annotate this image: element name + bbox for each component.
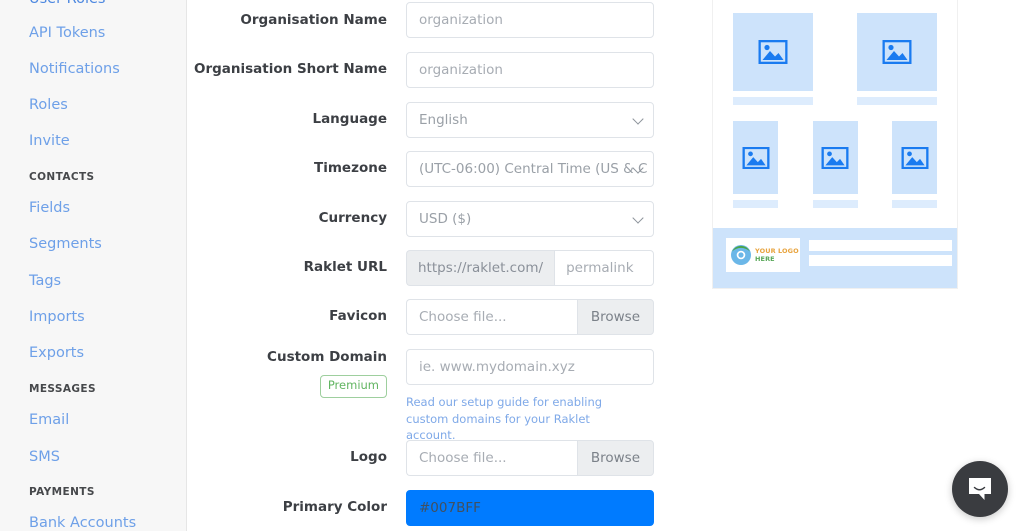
logo-file-group: Browse bbox=[406, 440, 654, 476]
preview-text-bar bbox=[857, 97, 937, 105]
sidebar-item-tags[interactable]: Tags bbox=[0, 274, 186, 289]
chat-bubble-icon bbox=[969, 478, 991, 500]
sidebar-item-fields[interactable]: Fields bbox=[0, 201, 186, 216]
currency-select-value: USD ($) bbox=[406, 201, 654, 237]
preview-card bbox=[812, 121, 858, 208]
sidebar-section-payments: PAYMENTS bbox=[29, 486, 95, 498]
preview-card bbox=[892, 121, 937, 208]
preview-card bbox=[733, 121, 778, 208]
preview-thumbnail bbox=[857, 13, 937, 91]
raklet-url-prefix: https://raklet.com/ bbox=[406, 250, 555, 286]
sidebar-item-user-roles[interactable]: User Roles bbox=[0, 0, 186, 7]
preview-logo-line1: YOUR LOGO bbox=[755, 246, 799, 255]
sidebar-item-notifications[interactable]: Notifications bbox=[0, 62, 186, 77]
sidebar-item-invite[interactable]: Invite bbox=[0, 134, 186, 149]
currency-select[interactable]: USD ($) bbox=[406, 201, 654, 237]
custom-domain-label: Custom Domain bbox=[267, 349, 387, 365]
chevron-down-icon bbox=[634, 115, 643, 124]
language-select[interactable]: English bbox=[406, 102, 654, 138]
sidebar-section-contacts: CONTACTS bbox=[29, 171, 95, 183]
preview-logo-line2: HERE bbox=[755, 255, 775, 263]
timezone-select-value: (UTC-06:00) Central Time (US & C bbox=[406, 151, 654, 187]
chevron-down-icon bbox=[634, 214, 643, 223]
sidebar-item-api-tokens[interactable]: API Tokens bbox=[0, 26, 186, 41]
primary-color-label: Primary Color bbox=[282, 499, 387, 515]
preview-text-bar bbox=[733, 200, 778, 208]
organisation-name-label: Organisation Name bbox=[240, 12, 387, 28]
preview-text-bar bbox=[812, 200, 858, 208]
sidebar-item-segments[interactable]: Segments bbox=[0, 237, 186, 252]
sidebar-item-bank-accounts[interactable]: Bank Accounts bbox=[0, 516, 186, 531]
chat-launcher-button[interactable] bbox=[952, 461, 1008, 517]
globe-logo-icon bbox=[731, 245, 751, 265]
favicon-file-input[interactable] bbox=[406, 299, 577, 335]
sidebar-section-messages: MESSAGES bbox=[29, 383, 96, 395]
custom-domain-input[interactable] bbox=[406, 349, 654, 385]
preview-footer-line bbox=[809, 240, 952, 251]
logo-label: Logo bbox=[350, 449, 387, 465]
preview-thumbnail bbox=[733, 121, 778, 194]
timezone-label: Timezone bbox=[314, 160, 387, 176]
preview-thumbnail bbox=[812, 121, 858, 194]
preview-card bbox=[733, 13, 813, 105]
organisation-short-name-input[interactable] bbox=[406, 52, 654, 88]
raklet-url-label: Raklet URL bbox=[303, 259, 387, 275]
custom-domain-badge-wrap: Premium bbox=[187, 375, 387, 398]
preview-logo-text: YOUR LOGO HERE bbox=[755, 247, 799, 263]
preview-text-bar bbox=[733, 97, 813, 105]
sidebar-item-email[interactable]: Email bbox=[0, 413, 186, 428]
preview-footer-lines bbox=[809, 240, 952, 266]
preview-thumbnail bbox=[733, 13, 813, 91]
sidebar-item-imports[interactable]: Imports bbox=[0, 310, 186, 325]
page-root: User Roles API Tokens Notifications Role… bbox=[0, 0, 1024, 531]
organisation-short-name-label: Organisation Short Name bbox=[193, 61, 387, 77]
preview-footer-line bbox=[809, 255, 952, 266]
image-placeholder-icon bbox=[758, 40, 788, 64]
favicon-browse-button[interactable]: Browse bbox=[576, 299, 654, 335]
preview-logo-placeholder: YOUR LOGO HERE bbox=[726, 238, 800, 272]
preview-footer: YOUR LOGO HERE bbox=[713, 228, 957, 288]
organisation-settings-form: Organisation Name Organisation Short Nam… bbox=[187, 0, 707, 531]
primary-color-input[interactable] bbox=[406, 490, 654, 526]
logo-browse-button[interactable]: Browse bbox=[576, 440, 654, 476]
sidebar: User Roles API Tokens Notifications Role… bbox=[0, 0, 187, 531]
favicon-file-group: Browse bbox=[406, 299, 654, 335]
currency-label: Currency bbox=[318, 210, 387, 226]
theme-preview-panel: YOUR LOGO HERE bbox=[713, 0, 957, 288]
preview-cards-row-2 bbox=[733, 121, 937, 208]
image-placeholder-icon bbox=[742, 146, 769, 169]
image-placeholder-icon bbox=[901, 146, 928, 169]
premium-badge: Premium bbox=[319, 375, 387, 398]
preview-cards-row-1 bbox=[733, 13, 937, 105]
chevron-down-icon bbox=[634, 164, 643, 173]
organisation-name-input[interactable] bbox=[406, 2, 654, 38]
preview-thumbnail bbox=[892, 121, 937, 194]
language-label: Language bbox=[312, 111, 387, 127]
preview-text-bar bbox=[892, 200, 937, 208]
image-placeholder-icon bbox=[882, 40, 912, 64]
image-placeholder-icon bbox=[821, 146, 849, 169]
sidebar-item-roles[interactable]: Roles bbox=[0, 98, 186, 113]
sidebar-item-exports[interactable]: Exports bbox=[0, 346, 186, 361]
raklet-url-permalink-input[interactable] bbox=[554, 250, 654, 286]
language-select-value: English bbox=[406, 102, 654, 138]
custom-domain-help-link[interactable]: Read our setup guide for enabling custom… bbox=[406, 394, 636, 444]
sidebar-item-sms[interactable]: SMS bbox=[0, 450, 186, 465]
logo-file-input[interactable] bbox=[406, 440, 577, 476]
timezone-select[interactable]: (UTC-06:00) Central Time (US & C bbox=[406, 151, 654, 187]
favicon-label: Favicon bbox=[329, 308, 387, 324]
preview-card bbox=[857, 13, 937, 105]
raklet-url-group: https://raklet.com/ bbox=[406, 250, 654, 286]
